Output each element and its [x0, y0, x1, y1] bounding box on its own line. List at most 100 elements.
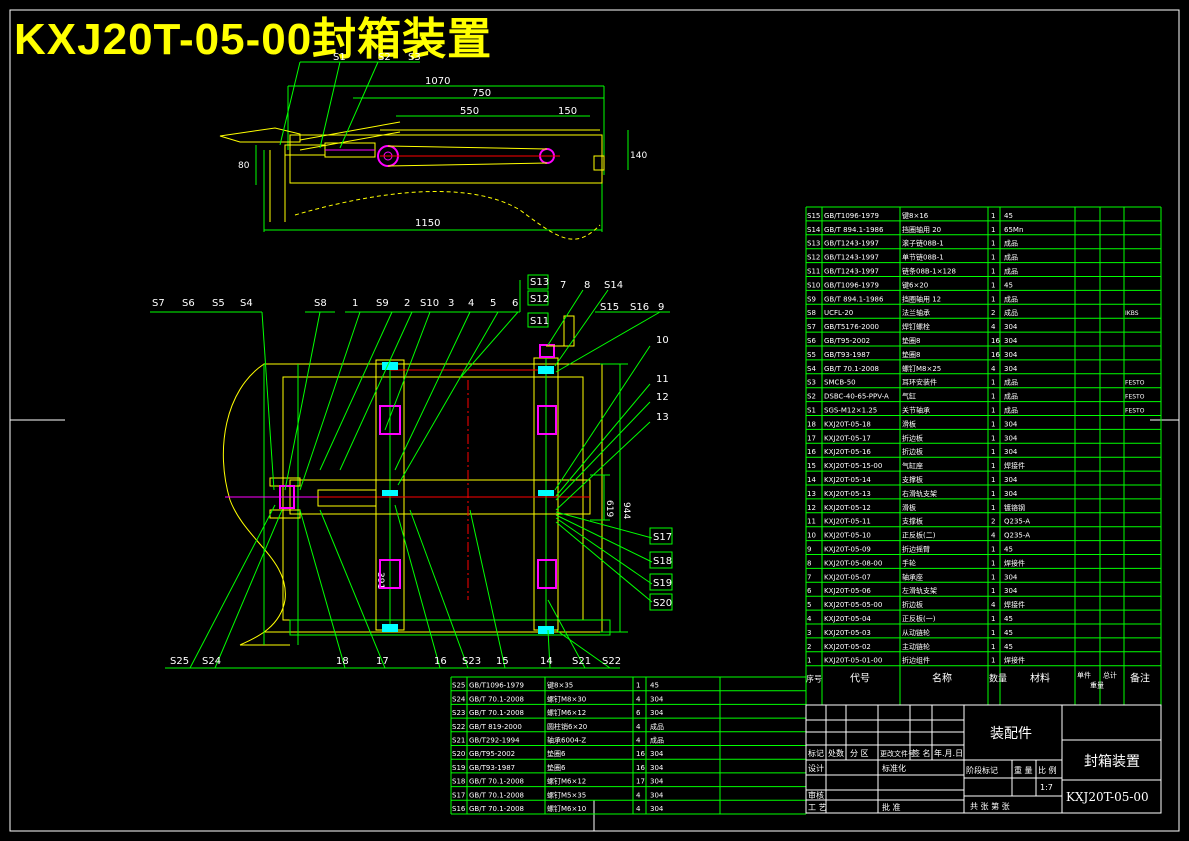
bom-cell-code: GB/T1243-1997 — [824, 268, 879, 276]
bom-row: 3 KXJ20T-05-03 从动链轮 1 45 — [806, 623, 1161, 637]
bom-cell-code: KXJ20T-05-15-00 — [824, 462, 882, 470]
bom-row: 10 KXJ20T-05-10 正反板(二) 4 Q235-A — [806, 526, 1161, 540]
bom-cell-material: 成品 — [1004, 294, 1018, 303]
bom-cell-material: Q235-A — [1004, 532, 1030, 540]
bom-cell-material: 304 — [1004, 476, 1018, 484]
bom-bottom-cell-code: GB/T 70.1-2008 — [469, 805, 524, 813]
bom-cell-name: 滑板 — [902, 419, 916, 428]
bom-cell-material: 成品 — [1004, 308, 1018, 317]
bom-bottom-cell-qty: 17 — [636, 778, 645, 786]
bom-row: S10 GB/T1096-1979 键6×20 1 45 — [806, 276, 1161, 289]
bom-cell-material: 成品 — [1004, 406, 1018, 415]
bom-bottom-cell-name: 圆柱销6×20 — [547, 722, 587, 731]
callout-S2: S2 — [378, 52, 391, 63]
bom-cell-no: S6 — [807, 337, 816, 345]
bom-bottom-row: S21 GB/T292-1994 轴承6004-Z 4 成品 — [451, 731, 806, 745]
bom-bottom-cell-name: 轴承6004-Z — [547, 736, 586, 745]
callout-S16: S16 — [630, 302, 649, 313]
bom-bottom-cell-no: S17 — [452, 791, 465, 799]
bom-cell-name: 折边板 — [902, 433, 923, 442]
bom-row: S2 DSBC-40-65-PPV-A 气缸 1 成品 FESTO — [806, 387, 1161, 401]
bom-bottom-cell-material: 304 — [650, 805, 664, 813]
bom-table-right: S15 GB/T1096-1979 键8×16 1 45S14 GB/T 894.1-19… — [805, 206, 1162, 706]
bom-cell-qty: 1 — [991, 629, 995, 637]
bom-cell-name: 法兰轴承 — [902, 308, 930, 317]
bom-cell-name: 滚子链08B-1 — [902, 239, 944, 248]
bom-row: S15 GB/T1096-1979 键8×16 1 45 — [806, 206, 1161, 220]
bom-bottom-row: S19 GB/T93-1987 垫圈6 16 304 — [451, 758, 806, 772]
bom-cell-material: 304 — [1004, 323, 1018, 331]
tb-row1-mark: 标记 — [808, 748, 824, 758]
bom-cell-code: KXJ20T-05-08-00 — [824, 559, 882, 567]
bom-bottom-cell-code: GB/T 70.1-2008 — [469, 695, 524, 703]
callout-S3: S3 — [408, 52, 421, 63]
bom-cell-name: 主动链轮 — [902, 642, 930, 651]
bom-cell-qty: 4 — [991, 601, 996, 609]
bom-bottom-cell-name: 螺钉M5×35 — [547, 790, 586, 799]
bom-cell-material: 成品 — [1004, 267, 1018, 276]
dim-750: 750 — [472, 88, 491, 99]
bom-bottom-cell-code: GB/T95-2002 — [469, 750, 515, 758]
bom-bottom-cell-name: 键8×35 — [547, 681, 573, 690]
tb-part-name: 封箱装置 — [1084, 754, 1140, 770]
bom-cell-qty: 1 — [991, 546, 995, 554]
callout-4: 4 — [468, 298, 474, 309]
bom-cell-material: 镀铬钢 — [1004, 503, 1025, 512]
bom-bottom-cell-name: 垫圈6 — [547, 763, 566, 772]
bom-cell-qty: 1 — [991, 295, 995, 303]
bom-cell-no: S12 — [807, 254, 820, 262]
bom-cell-no: 18 — [807, 420, 816, 428]
bom-cell-name: 折边板 — [902, 600, 923, 609]
callout-18: 18 — [336, 656, 349, 667]
bom-header-total: 总计 — [1103, 671, 1117, 680]
bom-bottom-cell-code: GB/T 70.1-2008 — [469, 791, 524, 799]
bom-bottom-cell-material: 成品 — [650, 736, 664, 745]
callout-S11: S11 — [530, 316, 549, 327]
bom-cell-code: KXJ20T-05-14 — [824, 476, 871, 484]
bom-cell-material: 304 — [1004, 420, 1018, 428]
bom-bottom-cell-material: 304 — [650, 750, 664, 758]
bom-cell-no: 13 — [807, 490, 816, 498]
callout-2: 2 — [404, 298, 410, 309]
bom-row: S1 SGS-M12×1.25 关节轴承 1 成品 FESTO — [806, 401, 1161, 415]
bom-row: 9 KXJ20T-05-09 折边摇臂 1 45 — [806, 540, 1161, 554]
bom-row: 2 KXJ20T-05-02 主动链轮 1 45 — [806, 637, 1161, 651]
dim-550: 550 — [460, 106, 479, 117]
callout-S6: S6 — [182, 298, 195, 309]
bom-row: S9 GB/T 894.1-1986 挡圈轴用 12 1 成品 — [806, 289, 1161, 303]
callout-S25: S25 — [170, 656, 189, 667]
dim-1070: 1070 — [425, 76, 450, 87]
bom-cell-qty: 1 — [991, 407, 995, 415]
bom-cell-no: 6 — [807, 587, 812, 595]
bom-cell-name: 耳环安装件 — [902, 378, 937, 387]
bom-cell-no: 10 — [807, 532, 816, 540]
bom-cell-name: 螺钉M8×25 — [902, 364, 941, 373]
bom-cell-code: GB/T93-1987 — [824, 351, 870, 359]
bom-bottom-cell-no: S25 — [452, 682, 465, 690]
bom-cell-code: GB/T1243-1997 — [824, 240, 879, 248]
bom-cell-qty: 1 — [991, 212, 995, 220]
bom-cell-no: S8 — [807, 309, 816, 317]
bom-cell-name: 支撑板 — [902, 517, 923, 526]
bom-cell-name: 滑板 — [902, 503, 916, 512]
bom-cell-qty: 1 — [991, 420, 995, 428]
callout-S9: S9 — [376, 298, 389, 309]
dim-150: 150 — [558, 106, 577, 117]
tb-weight-label: 重 量 — [1014, 765, 1033, 775]
callout-10: 10 — [656, 335, 669, 346]
bom-cell-code: KXJ20T-05-18 — [824, 420, 871, 428]
bom-bottom-cell-material: 304 — [650, 764, 664, 772]
bom-cell-no: 5 — [807, 601, 811, 609]
tb-row1-date: 年.月.日 — [934, 748, 963, 758]
bom-cell-code: SMCB-50 — [824, 379, 856, 387]
bom-bottom-cell-name: 螺钉M6×10 — [547, 804, 586, 813]
callout-S24: S24 — [202, 656, 221, 667]
callout-7: 7 — [560, 280, 566, 291]
bom-cell-qty: 1 — [991, 393, 995, 401]
bom-cell-no: S4 — [807, 365, 816, 373]
callout-S10: S10 — [420, 298, 439, 309]
bom-cell-code: KXJ20T-05-11 — [824, 518, 871, 526]
callout-S21: S21 — [572, 656, 591, 667]
bom-cell-code: GB/T1096-1979 — [824, 212, 879, 220]
bom-cell-no: 9 — [807, 546, 811, 554]
